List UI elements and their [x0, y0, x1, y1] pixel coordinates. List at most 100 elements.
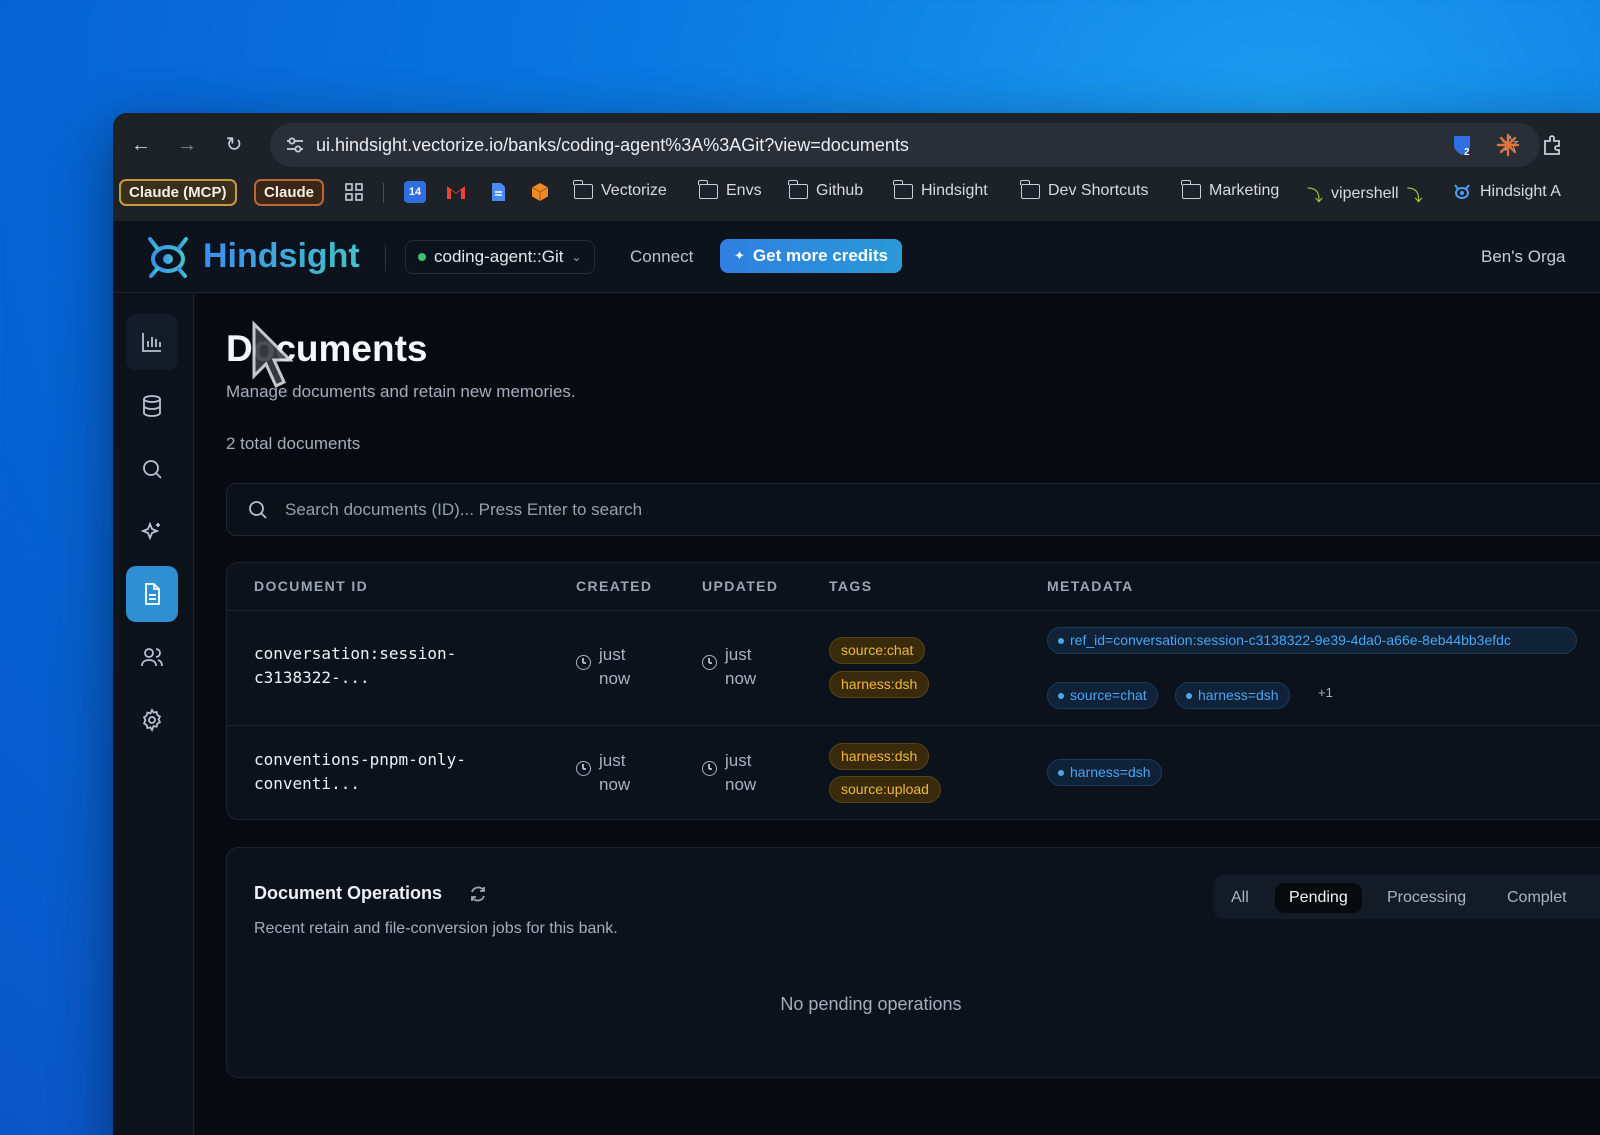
calendar-icon[interactable]: 14	[404, 181, 426, 203]
tag-badge[interactable]: source:upload	[829, 776, 941, 803]
bank-selector[interactable]: coding-agent::Git ⌄	[405, 240, 595, 274]
document-icon	[145, 583, 160, 605]
snake-icon: ⤵	[1406, 188, 1423, 205]
sidebar-item-documents[interactable]	[126, 566, 178, 622]
org-selector[interactable]: Ben's Orga	[1481, 247, 1566, 267]
search-icon	[143, 460, 162, 479]
browser-window: ← → ↻ ui.hindsight.vectorize.io/banks/co…	[113, 113, 1600, 1135]
folder-icon	[573, 179, 593, 199]
more-metadata-count[interactable]: +1	[1318, 685, 1333, 700]
bookmark-label: Hindsight A	[1480, 183, 1561, 200]
sidebar-item-insights[interactable]	[126, 504, 178, 560]
url-text[interactable]: ui.hindsight.vectorize.io/banks/coding-a…	[316, 135, 909, 156]
search-input[interactable]	[285, 484, 1585, 535]
browser-chrome: ← → ↻ ui.hindsight.vectorize.io/banks/co…	[113, 113, 1600, 221]
bank-selector-label: coding-agent::Git	[434, 247, 564, 266]
document-id-line: conventions-pnpm-only-	[254, 750, 466, 769]
documents-table: DOCUMENT ID CREATED UPDATED TAGS METADAT…	[226, 562, 1600, 820]
document-id-line: c3138322-...	[254, 668, 370, 687]
bookmark-label: Dev Shortcuts	[1048, 182, 1149, 199]
tab-all[interactable]: All	[1217, 883, 1263, 913]
bookmark-claude-mcp[interactable]: Claude (MCP)	[119, 179, 237, 206]
bookmark-claude[interactable]: Claude	[254, 179, 325, 206]
mouse-cursor-icon	[252, 320, 294, 389]
folder-icon	[788, 179, 808, 199]
document-id[interactable]: conversation:session- c3138322-...	[254, 642, 514, 690]
sidebar-item-database[interactable]	[126, 378, 178, 434]
time-text: just	[725, 751, 752, 770]
tab-processing[interactable]: Processing	[1373, 883, 1480, 913]
tag-badge[interactable]: harness:dsh	[829, 743, 930, 770]
sidebar-item-settings[interactable]	[126, 692, 178, 748]
claude-extension-icon[interactable]	[1496, 133, 1520, 157]
created-time: just now	[576, 643, 630, 691]
bookmarks-divider	[383, 183, 384, 203]
column-header-metadata: METADATA	[1047, 578, 1134, 594]
bookmark-label: Vectorize	[601, 182, 667, 199]
apps-grid-icon[interactable]	[343, 181, 365, 203]
bookmark-hindsight-app[interactable]: Hindsight A	[1452, 182, 1561, 202]
bookmark-folder-marketing[interactable]: Marketing	[1181, 179, 1279, 200]
sparkles-icon	[140, 521, 160, 541]
clock-icon	[702, 761, 717, 776]
bookmark-vipershell[interactable]: ⤵ vipershell ⤵	[1307, 182, 1423, 206]
extension-shield-icon[interactable]: 2	[1450, 133, 1474, 157]
metadata-badge[interactable]: ref_id=conversation:session-c3138322-9e3…	[1047, 627, 1577, 654]
cube-app-icon[interactable]	[529, 181, 551, 203]
search-icon	[249, 501, 267, 519]
extensions-puzzle-icon[interactable]	[1541, 133, 1565, 157]
metadata-badge[interactable]: source=chat	[1047, 682, 1158, 709]
main-content: Documents Manage documents and retain ne…	[195, 294, 1600, 1135]
bookmark-folder-github[interactable]: Github	[788, 179, 864, 200]
tag-badge[interactable]: source:chat	[829, 637, 926, 664]
google-docs-icon[interactable]	[487, 181, 509, 203]
gear-icon	[142, 708, 162, 732]
hindsight-logo-icon	[1454, 184, 1470, 199]
document-id[interactable]: conventions-pnpm-only- conventi...	[254, 748, 514, 796]
credits-label: Get more credits	[752, 246, 889, 265]
time-text: now	[725, 669, 757, 688]
bookmark-folder-vectorize[interactable]: Vectorize	[573, 179, 667, 200]
operations-filter-tabs: All Pending Processing Complet	[1213, 875, 1600, 919]
document-id-line: conventi...	[254, 774, 360, 793]
refresh-icon[interactable]	[468, 884, 488, 904]
table-row[interactable]: conversation:session- c3138322-... just n…	[227, 612, 1600, 726]
bar-chart-icon	[142, 333, 161, 352]
sidebar-item-analytics[interactable]	[126, 314, 178, 370]
gmail-icon[interactable]	[445, 181, 467, 203]
time-text: just	[725, 645, 752, 664]
hindsight-logo[interactable]: Hindsight	[141, 234, 360, 278]
folder-icon	[893, 179, 913, 199]
metadata-badge[interactable]: harness=dsh	[1175, 682, 1290, 709]
metadata-badge[interactable]: harness=dsh	[1047, 759, 1162, 786]
snake-icon: ⤵	[1307, 188, 1324, 205]
address-bar[interactable]: ui.hindsight.vectorize.io/banks/coding-a…	[270, 123, 1540, 167]
reload-icon[interactable]: ↻	[222, 133, 246, 157]
column-header-document-id[interactable]: DOCUMENT ID	[254, 578, 368, 594]
sidebar-item-entities[interactable]	[126, 629, 178, 685]
document-id-line: conversation:session-	[254, 644, 457, 663]
bookmark-label: Github	[816, 182, 864, 199]
time-text: now	[599, 775, 631, 794]
tab-completed[interactable]: Complet	[1493, 883, 1581, 913]
extension-badge: 2	[1464, 147, 1470, 157]
forward-arrow-icon[interactable]: →	[175, 133, 199, 157]
connect-link[interactable]: Connect	[630, 247, 693, 267]
site-settings-icon[interactable]	[284, 134, 306, 156]
chevron-down-icon: ⌄	[571, 250, 582, 264]
updated-time: just now	[702, 643, 756, 691]
app-header: Hindsight coding-agent::Git ⌄ Connect ✦ …	[113, 221, 1600, 293]
table-row[interactable]: conventions-pnpm-only- conventi... just n…	[227, 727, 1600, 819]
column-header-updated[interactable]: UPDATED	[702, 578, 778, 594]
document-count: 2 total documents	[226, 434, 361, 453]
sidebar-item-search[interactable]	[126, 441, 178, 497]
get-more-credits-button[interactable]: ✦ Get more credits	[720, 239, 903, 273]
bookmark-folder-hindsight[interactable]: Hindsight	[893, 179, 988, 200]
bookmark-folder-dev-shortcuts[interactable]: Dev Shortcuts	[1020, 179, 1149, 200]
column-header-created[interactable]: CREATED	[576, 578, 652, 594]
folder-icon	[1020, 179, 1040, 199]
tab-pending[interactable]: Pending	[1275, 883, 1362, 913]
bookmark-folder-envs[interactable]: Envs	[698, 179, 762, 200]
back-arrow-icon[interactable]: ←	[129, 133, 153, 157]
tag-badge[interactable]: harness:dsh	[829, 671, 930, 698]
